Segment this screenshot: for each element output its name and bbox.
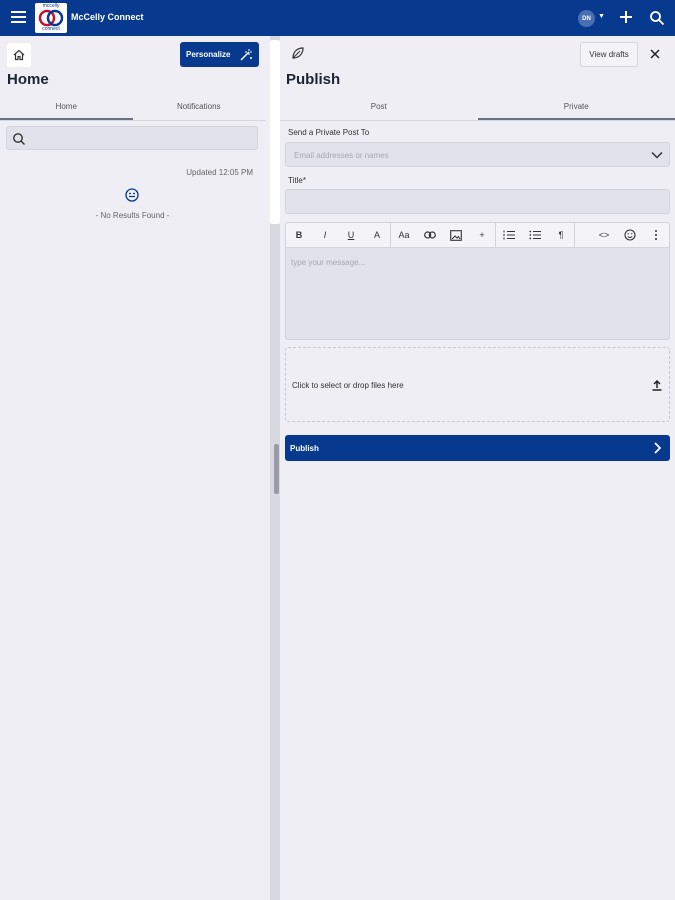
personalize-label: Personalize: [186, 50, 231, 59]
title-field[interactable]: [285, 189, 670, 214]
publish-panel: Publish View drafts Post Private Send a …: [280, 36, 675, 900]
image-button[interactable]: [443, 223, 469, 247]
hamburger-menu-icon[interactable]: [11, 11, 26, 25]
editor-placeholder: type your message...: [291, 258, 366, 267]
font-size-button[interactable]: Aa: [391, 223, 417, 247]
dropzone-label: Click to select or drop files here: [292, 381, 404, 390]
view-drafts-button[interactable]: View drafts: [580, 42, 638, 67]
bullet-list-icon: [529, 230, 541, 240]
logo-text-bottom: connect: [42, 26, 60, 32]
insert-button[interactable]: +: [469, 223, 495, 247]
magic-wand-icon: [240, 49, 252, 61]
link-button[interactable]: [417, 223, 443, 247]
toolbar-separator: [574, 223, 575, 247]
scroll-thumb[interactable]: [270, 40, 280, 224]
more-options-button[interactable]: [643, 223, 669, 247]
publish-button-label: Publish: [290, 444, 319, 453]
tab-home[interactable]: Home: [0, 98, 133, 120]
ordered-list-button[interactable]: [496, 223, 522, 247]
close-icon[interactable]: [649, 48, 661, 60]
editor-toolbar: B I U A Aa + ¶ <>: [285, 222, 670, 248]
title-label: Title*: [288, 176, 306, 185]
user-avatar[interactable]: DN: [578, 10, 595, 27]
emoji-icon: [624, 229, 636, 241]
no-results-text: - No Results Found -: [95, 211, 170, 220]
home-search-input[interactable]: [6, 126, 258, 150]
home-title: Home: [7, 71, 49, 88]
tab-post[interactable]: Post: [280, 98, 478, 120]
paragraph-button[interactable]: ¶: [548, 223, 574, 247]
publish-button[interactable]: Publish: [285, 435, 670, 461]
upload-icon: [652, 379, 662, 391]
search-icon[interactable]: [649, 10, 665, 26]
bold-button[interactable]: B: [286, 223, 312, 247]
logo-text-top: mccelly: [42, 3, 60, 9]
tab-notifications[interactable]: Notifications: [133, 98, 266, 120]
message-editor[interactable]: type your message...: [285, 248, 670, 340]
sad-face-icon: [125, 188, 139, 202]
emoji-button[interactable]: [617, 223, 643, 247]
top-bar: mccelly connect McCelly Connect DN ▼: [0, 0, 675, 36]
leaf-icon: [292, 47, 304, 59]
chevron-right-icon: [654, 442, 661, 454]
publish-tabs: Post Private: [280, 98, 675, 120]
app-logo[interactable]: mccelly connect: [35, 3, 67, 33]
ordered-list-icon: [503, 230, 515, 240]
app-title: McCelly Connect: [71, 12, 144, 22]
splitter-handle[interactable]: [274, 444, 279, 494]
link-icon: [424, 231, 436, 239]
home-tabs: Home Notifications: [0, 98, 265, 120]
recipients-field[interactable]: Email addresses or names: [285, 142, 670, 167]
home-panel: Home Personalize Home Notifications Upda…: [0, 36, 265, 900]
home-icon: [13, 49, 25, 61]
image-icon: [450, 229, 462, 241]
text-color-button[interactable]: A: [364, 223, 390, 247]
italic-button[interactable]: I: [312, 223, 338, 247]
home-button[interactable]: [7, 43, 31, 67]
code-button[interactable]: <>: [591, 223, 617, 247]
recipients-placeholder: Email addresses or names: [294, 151, 389, 160]
underline-button[interactable]: U: [338, 223, 364, 247]
file-dropzone[interactable]: Click to select or drop files here: [285, 347, 670, 422]
avatar-caret-icon[interactable]: ▼: [598, 13, 605, 20]
tab-private[interactable]: Private: [477, 98, 675, 120]
publish-title: Publish: [286, 71, 341, 88]
personalize-button[interactable]: Personalize: [180, 42, 259, 67]
chevron-down-icon[interactable]: [651, 150, 663, 160]
tab-divider: [0, 120, 265, 121]
tab-divider: [280, 120, 675, 121]
bullet-list-button[interactable]: [522, 223, 548, 247]
search-icon: [13, 133, 25, 145]
send-to-label: Send a Private Post To: [288, 128, 370, 137]
updated-timestamp: Updated 12:05 PM: [186, 168, 253, 177]
more-vertical-icon: [655, 230, 657, 240]
add-icon[interactable]: [618, 9, 634, 25]
